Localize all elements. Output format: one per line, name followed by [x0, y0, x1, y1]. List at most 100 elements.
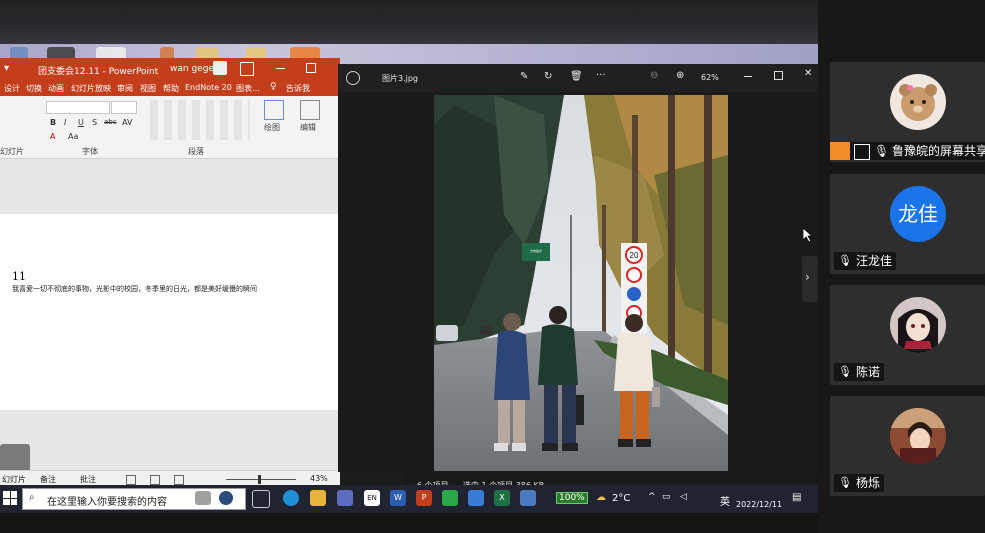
strikethrough-button[interactable]: abc — [104, 118, 117, 126]
draw-icon[interactable] — [264, 100, 284, 120]
font-size-select[interactable] — [111, 101, 137, 114]
bold-button[interactable]: B — [50, 118, 56, 127]
participant-name-bar: 🎙 鲁豫皖的屏幕共享 — [830, 142, 985, 160]
participant-tile[interactable]: 🎙 杨烁 — [830, 396, 985, 496]
reading-view-icon[interactable] — [174, 475, 184, 485]
underline-button[interactable]: U — [78, 118, 84, 127]
case-button[interactable]: Aa — [68, 132, 78, 141]
search-highlight-icon[interactable] — [195, 491, 211, 505]
photo-viewer-titlebar: 图片3.jpg ✎ ↻ 🗑 ··· ⊖ ⊕ 62% ✕ — [338, 64, 818, 92]
participant-tile[interactable]: 龙佳 🎙 汪龙佳 — [830, 174, 985, 274]
font-color-button[interactable]: A — [50, 132, 55, 141]
minimize-icon[interactable] — [276, 68, 285, 69]
maximize-icon[interactable] — [774, 71, 783, 80]
tab-chart[interactable]: 图表… — [236, 83, 260, 94]
ribbon-display-icon[interactable] — [240, 62, 254, 76]
zoom-in-icon[interactable]: ⊕ — [676, 70, 684, 81]
endnote-icon[interactable]: EN — [364, 490, 380, 506]
mic-icon: 🎙 — [838, 476, 852, 489]
zoom-level[interactable]: 43% — [310, 474, 328, 483]
shared-screen: ▾ 团支委会12.11 - PowerPoint wan gege 设计 切换 … — [0, 0, 818, 533]
photos-icon[interactable] — [468, 490, 484, 506]
wechat-icon[interactable] — [442, 490, 458, 506]
draw-label[interactable]: 绘图 — [264, 122, 280, 133]
teams-icon[interactable] — [337, 490, 353, 506]
user-name: wan gege — [170, 64, 214, 74]
image-app-icon[interactable] — [520, 490, 536, 506]
file-explorer-icon[interactable] — [310, 490, 326, 506]
network-icon[interactable]: ▭ — [662, 492, 671, 502]
windows-start-icon[interactable] — [3, 491, 17, 505]
file-name: 图片3.jpg — [382, 74, 419, 83]
cortana-icon[interactable] — [219, 491, 233, 505]
excel-icon[interactable]: X — [494, 490, 510, 506]
tray-chevron-icon[interactable]: ^ — [648, 492, 656, 502]
notes-button[interactable]: 备注 — [40, 474, 56, 485]
search-icon: ⌕ — [29, 492, 35, 503]
tab-animations[interactable]: 动画 — [48, 83, 64, 94]
more-icon[interactable]: ··· — [596, 70, 606, 81]
photo-image[interactable]: 方向指示 20 — [434, 95, 728, 471]
ribbon-tabs: 设计 切换 动画 幻灯片放映 审阅 视图 帮助 EndNote 20 图表… ♀… — [0, 80, 340, 96]
collapse-panel-button[interactable]: › — [802, 256, 818, 302]
slide-canvas[interactable]: 11 我喜爱一切不彻底的事物，光影中的校园，冬季里的日光，都是美好缓慢的瞬间 — [0, 214, 340, 410]
edit-label[interactable]: 编辑 — [300, 122, 316, 133]
task-view-icon[interactable] — [252, 490, 270, 508]
date[interactable]: 2022/12/11 — [736, 500, 782, 509]
search-icon[interactable] — [300, 100, 320, 120]
volume-icon[interactable]: ◁ — [680, 492, 687, 502]
taskbar-search-input[interactable]: ⌕ 在这里输入你要搜索的内容 — [22, 488, 246, 510]
quick-access-icon[interactable]: ▾ — [4, 63, 9, 74]
paragraph-tools[interactable] — [150, 100, 250, 140]
tell-me-search[interactable]: 告诉我 — [286, 83, 310, 94]
mouse-cursor-icon — [803, 228, 813, 242]
tab-review[interactable]: 审阅 — [117, 83, 133, 94]
spacing-button[interactable]: AV — [122, 118, 132, 127]
maximize-icon[interactable] — [306, 63, 316, 73]
street-photo: 方向指示 20 — [434, 95, 728, 471]
tab-help[interactable]: 帮助 — [163, 83, 179, 94]
weather-icon[interactable]: ☁ — [596, 492, 606, 503]
close-icon[interactable]: ✕ — [804, 68, 812, 79]
avatar[interactable] — [213, 61, 227, 75]
tab-slideshow[interactable]: 幻灯片放映 — [71, 83, 111, 94]
lightbulb-icon[interactable]: ♀ — [270, 82, 277, 92]
avatar — [890, 74, 946, 130]
tab-endnote[interactable]: EndNote 20 — [185, 83, 232, 92]
participant-tile[interactable]: 🎙 鲁豫皖的屏幕共享 — [830, 62, 985, 162]
shadow-button[interactable]: S — [92, 118, 97, 127]
edit-icon[interactable]: ✎ — [520, 71, 528, 82]
powerpoint-titlebar: ▾ 团支委会12.11 - PowerPoint wan gege — [0, 58, 340, 80]
comments-button[interactable]: 批注 — [80, 474, 96, 485]
photos-app-icon[interactable] — [346, 71, 360, 85]
normal-view-icon[interactable] — [126, 475, 136, 485]
zoom-slider-thumb[interactable] — [258, 475, 261, 484]
slide-sorter-icon[interactable] — [150, 475, 160, 485]
mic-muted-icon: 🎙 — [838, 254, 852, 267]
tab-transitions[interactable]: 切换 — [26, 83, 42, 94]
edge-icon[interactable] — [283, 490, 299, 506]
tab-view[interactable]: 视图 — [140, 83, 156, 94]
rotate-icon[interactable]: ↻ — [544, 71, 552, 82]
word-icon[interactable]: W — [390, 490, 406, 506]
participant-tile[interactable]: 🎙 陈诺 — [830, 285, 985, 385]
font-family-select[interactable] — [46, 101, 110, 114]
zoom-slider[interactable] — [226, 479, 296, 480]
minimize-icon[interactable] — [744, 76, 752, 77]
participant-name-bar: 🎙 汪龙佳 — [834, 252, 897, 270]
avatar — [890, 408, 946, 464]
notification-icon[interactable]: ▤ — [792, 492, 801, 503]
delete-icon[interactable]: 🗑 — [570, 71, 583, 82]
slide-text[interactable]: 我喜爱一切不彻底的事物，光影中的校园，冬季里的日光，都是美好缓慢的瞬间 — [12, 284, 257, 294]
zoom-out-icon[interactable]: ⊖ — [650, 70, 658, 81]
ime-indicator[interactable]: 英 — [720, 493, 730, 508]
search-placeholder: 在这里输入你要搜索的内容 — [47, 497, 167, 508]
tab-design[interactable]: 设计 — [4, 83, 20, 94]
battery-indicator[interactable]: 100% — [556, 492, 588, 504]
temperature[interactable]: 2°C — [612, 493, 630, 504]
mic-icon: 🎙 — [874, 144, 890, 158]
avatar — [890, 297, 946, 353]
chevron-right-icon: › — [805, 270, 810, 284]
italic-button[interactable]: I — [64, 118, 66, 127]
powerpoint-icon[interactable]: P — [416, 490, 432, 506]
